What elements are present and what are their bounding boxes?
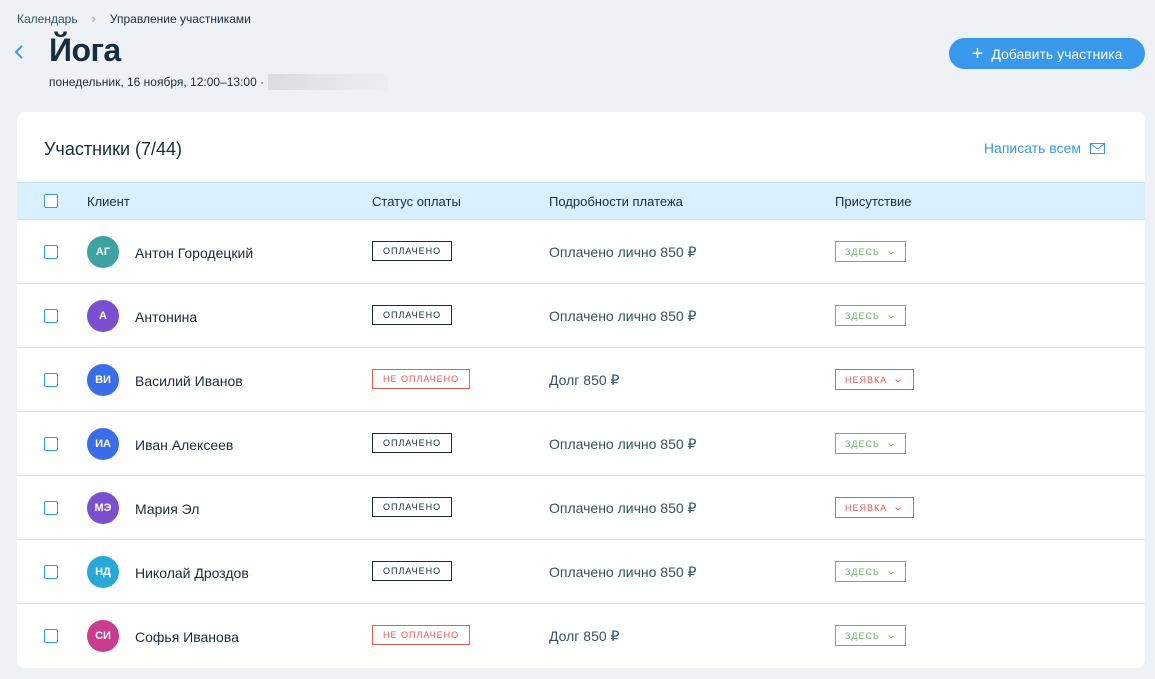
- table-header: Клиент Статус оплаты Подробности платежа…: [17, 182, 1145, 220]
- presence-dropdown[interactable]: ЗДЕСЬ ⌄: [835, 305, 907, 326]
- mail-icon: [1090, 142, 1105, 154]
- payment-details: Оплачено лично 850 ₽: [549, 500, 697, 516]
- breadcrumb: Календарь › Управление участниками: [17, 11, 251, 26]
- table-row: СИ Софья Иванова НЕ ОПЛАЧЕНО Долг 850 ₽ …: [17, 604, 1145, 668]
- presence-label: ЗДЕСЬ: [845, 630, 880, 641]
- client-name: Николай Дроздов: [135, 565, 249, 581]
- event-subtitle: понедельник, 16 ноября, 12:00–13:00 ·: [49, 74, 389, 90]
- participants-card: Участники (7/44) Написать всем Клиент Ст…: [17, 112, 1145, 668]
- breadcrumb-current: Управление участниками: [109, 11, 251, 26]
- payment-details: Оплачено лично 850 ₽: [549, 436, 697, 452]
- presence-label: ЗДЕСЬ: [845, 566, 880, 577]
- payment-status-badge: НЕ ОПЛАЧЕНО: [372, 369, 471, 389]
- row-checkbox[interactable]: [44, 309, 58, 323]
- presence-dropdown[interactable]: НЕЯВКА ⌄: [835, 497, 914, 518]
- avatar: А: [87, 300, 119, 332]
- row-checkbox[interactable]: [44, 373, 58, 387]
- page-title: Йога: [49, 32, 121, 68]
- table-row: ВИ Василий Иванов НЕ ОПЛАЧЕНО Долг 850 ₽…: [17, 348, 1145, 412]
- chevron-down-icon: ⌄: [885, 310, 898, 321]
- select-all-checkbox[interactable]: [44, 194, 58, 208]
- payment-details: Долг 850 ₽: [549, 628, 620, 644]
- table-row: ИА Иван Алексеев ОПЛАЧЕНО Оплачено лично…: [17, 412, 1145, 476]
- chevron-down-icon: ⌄: [885, 630, 898, 641]
- presence-dropdown[interactable]: НЕЯВКА ⌄: [835, 369, 914, 390]
- presence-label: НЕЯВКА: [845, 502, 888, 513]
- payment-status-badge: ОПЛАЧЕНО: [372, 433, 453, 453]
- chevron-right-icon: ›: [91, 11, 96, 26]
- column-payment-details: Подробности платежа: [549, 194, 683, 209]
- redacted-location: [268, 74, 389, 90]
- write-all-button[interactable]: Написать всем: [984, 140, 1105, 156]
- chevron-down-icon: ⌄: [892, 374, 906, 385]
- row-checkbox[interactable]: [44, 437, 58, 451]
- back-chevron-icon[interactable]: [14, 44, 30, 62]
- row-checkbox[interactable]: [44, 629, 58, 643]
- chevron-down-icon: ⌄: [885, 246, 898, 257]
- client-name: Антон Городецкий: [135, 245, 254, 261]
- avatar: ВИ: [87, 364, 119, 396]
- payment-details: Долг 850 ₽: [549, 372, 620, 388]
- table-row: НД Николай Дроздов ОПЛАЧЕНО Оплачено лич…: [17, 540, 1145, 604]
- client-name: Мария Эл: [135, 501, 200, 517]
- presence-dropdown[interactable]: ЗДЕСЬ ⌄: [835, 561, 907, 582]
- avatar: СИ: [87, 620, 119, 652]
- payment-details: Оплачено лично 850 ₽: [549, 564, 697, 580]
- table-row: МЭ Мария Эл ОПЛАЧЕНО Оплачено лично 850 …: [17, 476, 1145, 540]
- chevron-down-icon: ⌄: [885, 438, 898, 449]
- add-participant-label: Добавить участника: [991, 45, 1123, 62]
- payment-status-badge: ОПЛАЧЕНО: [372, 497, 453, 517]
- presence-dropdown[interactable]: ЗДЕСЬ ⌄: [835, 433, 907, 454]
- client-name: Софья Иванова: [135, 629, 239, 645]
- row-checkbox[interactable]: [44, 565, 58, 579]
- chevron-down-icon: ⌄: [885, 566, 898, 577]
- row-checkbox[interactable]: [44, 245, 58, 259]
- avatar: МЭ: [87, 492, 119, 524]
- add-participant-button[interactable]: + Добавить участника: [949, 38, 1145, 69]
- client-name: Антонина: [135, 309, 198, 325]
- presence-label: ЗДЕСЬ: [845, 310, 880, 321]
- payment-details: Оплачено лично 850 ₽: [549, 244, 697, 260]
- presence-dropdown[interactable]: ЗДЕСЬ ⌄: [835, 625, 907, 646]
- plus-icon: +: [971, 42, 984, 65]
- presence-label: ЗДЕСЬ: [845, 438, 880, 449]
- client-name: Василий Иванов: [135, 373, 243, 389]
- column-payment-status: Статус оплаты: [372, 194, 461, 209]
- breadcrumb-calendar-link[interactable]: Календарь: [17, 12, 78, 26]
- presence-dropdown[interactable]: ЗДЕСЬ ⌄: [835, 241, 907, 262]
- event-datetime: понедельник, 16 ноября, 12:00–13:00 ·: [49, 75, 265, 89]
- column-presence: Присутствие: [835, 194, 912, 209]
- chevron-down-icon: ⌄: [892, 502, 906, 513]
- avatar: НД: [87, 556, 119, 588]
- participants-title: Участники (7/44): [44, 139, 183, 159]
- write-all-label: Написать всем: [983, 140, 1081, 156]
- payment-details: Оплачено лично 850 ₽: [549, 308, 697, 324]
- presence-label: НЕЯВКА: [845, 374, 888, 385]
- row-checkbox[interactable]: [44, 501, 58, 515]
- payment-status-badge: ОПЛАЧЕНО: [372, 241, 453, 261]
- avatar: ИА: [87, 428, 119, 460]
- payment-status-badge: НЕ ОПЛАЧЕНО: [372, 625, 471, 645]
- table-row: А Антонина ОПЛАЧЕНО Оплачено лично 850 ₽…: [17, 284, 1145, 348]
- column-client: Клиент: [87, 194, 130, 209]
- table-row: АГ Антон Городецкий ОПЛАЧЕНО Оплачено ли…: [17, 220, 1145, 284]
- presence-label: ЗДЕСЬ: [845, 246, 880, 257]
- avatar: АГ: [87, 236, 119, 268]
- payment-status-badge: ОПЛАЧЕНО: [372, 305, 453, 325]
- payment-status-badge: ОПЛАЧЕНО: [372, 561, 453, 581]
- client-name: Иван Алексеев: [135, 437, 234, 453]
